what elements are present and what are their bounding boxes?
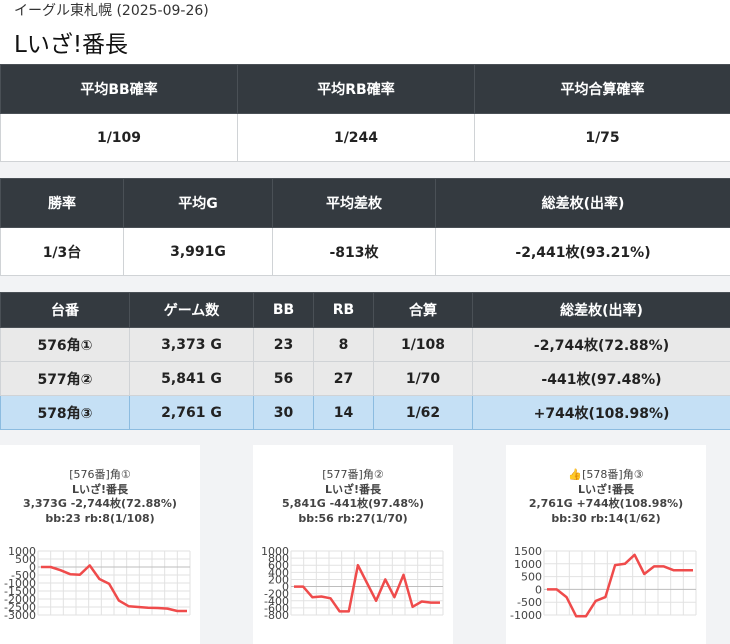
cell-combined: 1/62: [373, 395, 473, 430]
cell-rb: 27: [313, 361, 374, 396]
cell-games: 2,761 G: [129, 395, 254, 430]
header-machine-total-diff: 総差枚(出率): [472, 292, 730, 328]
chart-panel-577: [577番]角② Lいざ!番長 5,841G -441枚(97.48%) bb:…: [253, 445, 453, 644]
table-row-highlighted[interactable]: 578角③ 2,761 G 30 14 1/62 +744枚(108.98%): [0, 395, 730, 430]
cell-machine-no[interactable]: 577角②: [0, 361, 130, 396]
y-tick-label: -500: [517, 596, 542, 609]
chart-panel-576: [576番]角① Lいざ!番長 3,373G -2,744枚(72.88%) b…: [0, 445, 200, 644]
cell-machine-no[interactable]: 578角③: [0, 395, 130, 430]
value-avg-bb: 1/109: [0, 113, 238, 162]
value-avg-diff: -813枚: [272, 227, 436, 276]
line-chart-577: 10008006004002000-200-400-600-800: [261, 545, 444, 622]
probability-summary-table: 平均BB確率 平均RB確率 平均合算確率 1/109 1/244 1/75: [0, 64, 730, 162]
y-tick-label: 1000: [514, 558, 542, 571]
table-row[interactable]: 576角① 3,373 G 23 8 1/108 -2,744枚(72.88%): [0, 327, 730, 362]
value-avg-games: 3,991G: [123, 227, 273, 276]
header-avg-bb: 平均BB確率: [0, 64, 238, 114]
cell-machine-no[interactable]: 576角①: [0, 327, 130, 362]
cell-bb: 30: [253, 395, 314, 430]
header-avg-games: 平均G: [123, 178, 273, 228]
store-name: イーグル東札幌 (2025-09-26): [14, 3, 209, 19]
header-total-diff: 総差枚(出率): [435, 178, 730, 228]
header-rb: RB: [313, 292, 374, 328]
line-chart-576: 10005000-500-1000-1500-2000-2500-3000: [4, 545, 191, 622]
machine-table: 台番 ゲーム数 BB RB 合算 総差枚(出率) 576角① 3,373 G 2…: [0, 292, 730, 430]
y-tick-label: -1000: [510, 609, 542, 622]
cell-total-diff: -2,744枚(72.88%): [472, 327, 730, 362]
header-games: ゲーム数: [129, 292, 254, 328]
cell-total-diff: +744枚(108.98%): [472, 395, 730, 430]
value-avg-combined: 1/75: [474, 113, 730, 162]
value-total-diff: -2,441枚(93.21%): [435, 227, 730, 276]
header-avg-combined: 平均合算確率: [474, 64, 730, 114]
y-tick-label: 500: [521, 571, 542, 584]
cell-games: 3,373 G: [129, 327, 254, 362]
cell-bb: 23: [253, 327, 314, 362]
cell-combined: 1/70: [373, 361, 473, 396]
line-chart-578: 150010005000-500-1000: [510, 545, 697, 622]
result-summary-table: 勝率 平均G 平均差枚 総差枚(出率) 1/3台 3,991G -813枚 -2…: [0, 178, 730, 276]
header-combined: 合算: [373, 292, 473, 328]
value-win-rate: 1/3台: [0, 227, 124, 276]
y-tick-label: 0: [535, 583, 542, 596]
cell-combined: 1/108: [373, 327, 473, 362]
cell-rb: 14: [313, 395, 374, 430]
header-machine-no: 台番: [0, 292, 130, 328]
cell-bb: 56: [253, 361, 314, 396]
value-avg-rb: 1/244: [237, 113, 475, 162]
header-avg-rb: 平均RB確率: [237, 64, 475, 114]
y-tick-label: -3000: [4, 609, 36, 622]
table-row[interactable]: 577角② 5,841 G 56 27 1/70 -441枚(97.48%): [0, 361, 730, 396]
cell-rb: 8: [313, 327, 374, 362]
header-win-rate: 勝率: [0, 178, 124, 228]
cell-total-diff: -441枚(97.48%): [472, 361, 730, 396]
cell-games: 5,841 G: [129, 361, 254, 396]
header-bb: BB: [253, 292, 314, 328]
chart-panel-578: 👍[578番]角③ Lいざ!番長 2,761G +744枚(108.98%) b…: [506, 445, 706, 644]
page-header: イーグル東札幌 (2025-09-26) Lいざ!番長: [0, 0, 730, 64]
y-tick-label: 1500: [514, 545, 542, 558]
page-title: Lいざ!番長: [14, 32, 129, 58]
header-avg-diff: 平均差枚: [272, 178, 436, 228]
y-tick-label: -800: [264, 609, 289, 622]
